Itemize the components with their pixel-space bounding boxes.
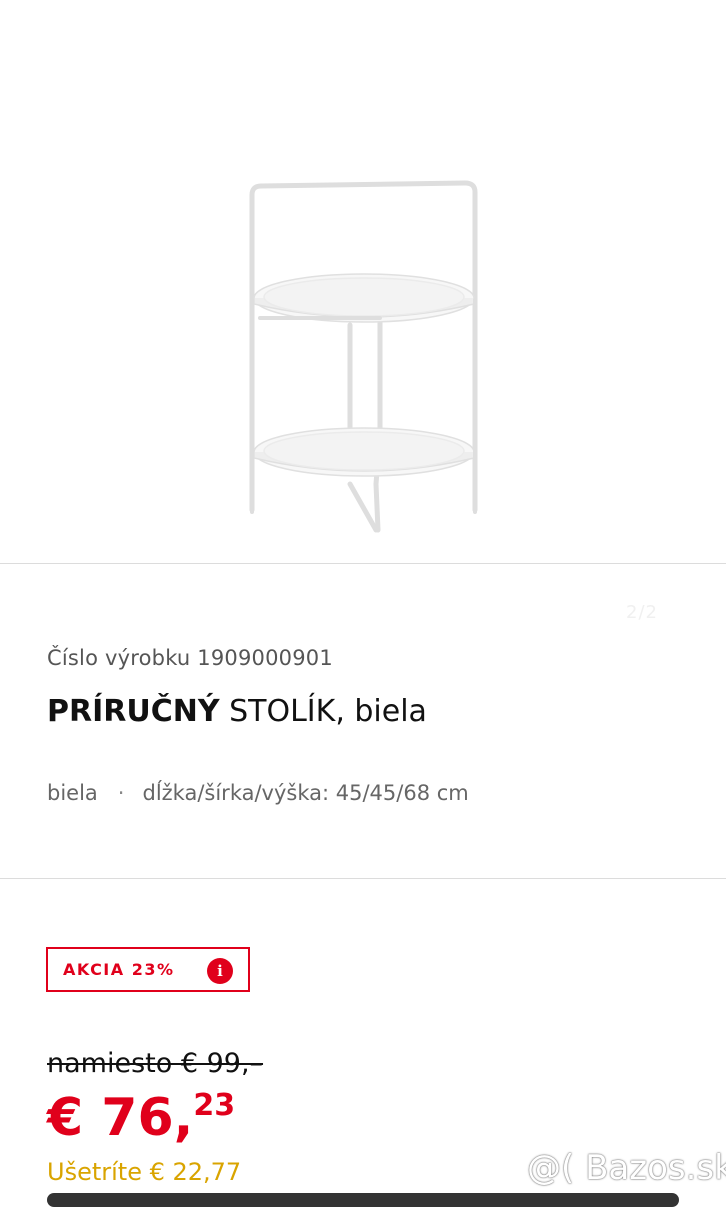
product-title: PRÍRUČNÝ STOLÍK, biela (47, 694, 427, 729)
product-image-gallery[interactable] (0, 0, 726, 563)
spec-color: biela (47, 781, 98, 805)
price-main: € 76, (47, 1088, 194, 1148)
product-image-side-table (249, 180, 478, 533)
article-number: Číslo výrobku 1909000901 (47, 646, 333, 670)
product-name-bold: PRÍRUČNÝ (47, 694, 220, 729)
divider (0, 878, 726, 879)
gallery-counter: 2/2 (626, 602, 658, 623)
savings-text: Ušetríte € 22,77 (47, 1158, 242, 1186)
discount-badge-label: AKCIA 23% (63, 960, 175, 979)
bazos-watermark: @( Bazos.sk (527, 1148, 726, 1188)
old-price: namiesto € 99,– (47, 1048, 264, 1079)
separator-dot: · (117, 781, 125, 805)
bottom-action-bar[interactable] (47, 1193, 679, 1207)
price-cents: 23 (193, 1088, 236, 1123)
spec-dimensions: dĺžka/šírka/výška: 45/45/68 cm (142, 781, 469, 805)
product-specs: biela · dĺžka/šírka/výška: 45/45/68 cm (47, 781, 469, 805)
info-icon[interactable]: i (207, 958, 233, 984)
current-price: € 76,23 (47, 1088, 235, 1148)
divider (0, 563, 726, 564)
discount-badge: AKCIA 23% i (46, 947, 250, 992)
product-name-rest: STOLÍK, biela (219, 694, 427, 729)
